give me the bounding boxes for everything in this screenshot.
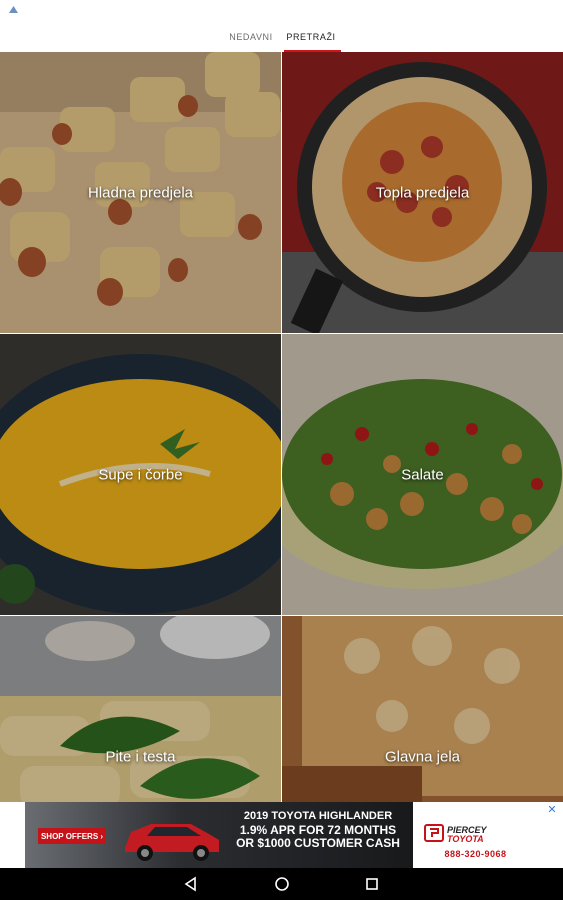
- category-label: Topla predjela: [375, 184, 470, 201]
- category-salate[interactable]: Salate: [282, 334, 563, 615]
- back-triangle-icon[interactable]: [181, 874, 201, 894]
- ad-offer-line-2: OR $1000 CUSTOMER CASH: [236, 836, 400, 850]
- category-label: Pite i testa: [105, 748, 176, 765]
- tab-bar: NEDAVNI PRETRAŽI: [0, 22, 563, 52]
- ad-brand-panel[interactable]: PIERCEY TOYOTA 888-320-9068: [413, 802, 538, 868]
- notification-icon: [9, 6, 18, 13]
- category-topla-predjela[interactable]: Topla predjela: [282, 52, 563, 333]
- ad-banner[interactable]: SHOP OFFERS › 2019 TOYOTA HIGHLANDER 1.9…: [0, 802, 563, 868]
- ad-choices-icon[interactable]: ✕: [546, 804, 558, 816]
- shop-offers-button[interactable]: SHOP OFFERS ›: [38, 828, 106, 844]
- tab-pretrazi[interactable]: PRETRAŽI: [282, 22, 340, 52]
- category-supe-i-corbe[interactable]: Supe i čorbe: [0, 334, 281, 615]
- home-circle-icon[interactable]: [272, 874, 292, 894]
- svg-text:TOYOTA: TOYOTA: [447, 834, 484, 844]
- ad-headline: 2019 TOYOTA HIGHLANDER: [243, 810, 393, 822]
- category-label: Hladna predjela: [87, 184, 194, 201]
- dealer-phone[interactable]: 888-320-9068: [413, 849, 538, 859]
- car-image: [125, 824, 219, 861]
- recents-square-icon[interactable]: [362, 874, 382, 894]
- category-label: Glavna jela: [384, 748, 461, 765]
- dealer-logo: PIERCEY TOYOTA: [424, 824, 488, 844]
- status-bar: [0, 0, 563, 22]
- category-hladna-predjela[interactable]: Hladna predjela: [0, 52, 281, 333]
- tab-nedavni[interactable]: NEDAVNI: [220, 22, 282, 52]
- category-label: Supe i čorbe: [98, 466, 183, 483]
- category-label: Salate: [401, 466, 444, 483]
- system-navigation-bar: [0, 868, 563, 900]
- category-grid: Hladna predjela Topla predjela Supe i čo…: [0, 52, 563, 897]
